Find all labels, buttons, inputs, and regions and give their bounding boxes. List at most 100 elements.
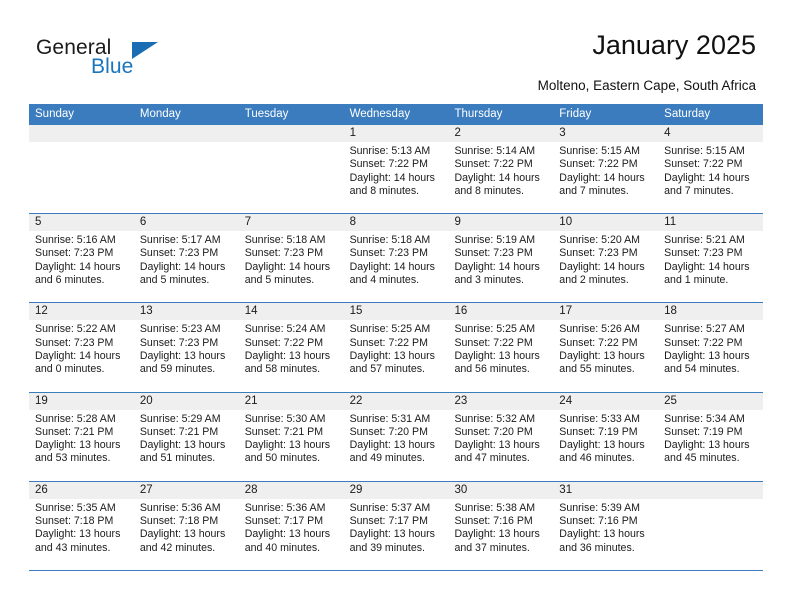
day-daylight-line2-text: and 6 minutes.	[35, 274, 105, 287]
calendar-day-cell[interactable]: 20 Sunrise: 5:29 AM Sunset: 7:21 PM Dayligh…	[133, 392, 239, 481]
day-daylight-line2-text: and 8 minutes.	[349, 184, 420, 197]
day-daylight-line2-text: and 50 minutes.	[244, 452, 321, 465]
calendar-day-cell[interactable]: 14 Sunrise: 5:24 AM Sunset: 7:22 PM Dayligh…	[238, 303, 344, 392]
day-sunrise-text: Sunrise: 5:15 AM	[664, 145, 745, 157]
day-sunset-text: Sunset: 7:23 PM	[35, 336, 114, 349]
day-daylight-line2-text: and 37 minutes.	[454, 541, 530, 554]
calendar-day-info: Sunrise: 5:22 AM Sunset: 7:23 PM Daylight:…	[29, 320, 134, 376]
calendar-day-info: Sunrise: 5:28 AM Sunset: 7:21 PM Daylight:…	[29, 410, 134, 466]
day-daylight-line2-text: and 57 minutes.	[349, 363, 425, 376]
day-sunset-text: Sunset: 7:23 PM	[244, 247, 324, 260]
day-daylight-line2-text: and 7 minutes.	[664, 184, 734, 197]
day-daylight-line1-text: Daylight: 13 hours	[35, 439, 121, 452]
day-daylight-line1-text: Daylight: 13 hours	[349, 439, 435, 452]
day-sunset-text: Sunset: 7:22 PM	[559, 336, 638, 349]
calendar-day-number	[658, 481, 764, 499]
calendar-day-number: 27	[133, 481, 239, 499]
calendar-day-cell[interactable]: 31 Sunrise: 5:39 AM Sunset: 7:16 PM Dayligh…	[553, 481, 659, 570]
calendar-day-cell[interactable]: 11 Sunrise: 5:21 AM Sunset: 7:23 PM Dayligh…	[658, 214, 764, 303]
day-sunset-text: Sunset: 7:21 PM	[139, 425, 219, 438]
day-sunset-text: Sunset: 7:20 PM	[349, 425, 428, 438]
day-daylight-line1-text: Daylight: 14 hours	[244, 260, 331, 273]
calendar-day-cell[interactable]: 16 Sunrise: 5:25 AM Sunset: 7:22 PM Dayligh…	[448, 303, 554, 392]
day-daylight-line1-text: Daylight: 14 hours	[664, 171, 750, 184]
calendar-day-cell[interactable]: 12 Sunrise: 5:22 AM Sunset: 7:23 PM Dayligh…	[29, 303, 134, 392]
calendar-day-info: Sunrise: 5:37 AM Sunset: 7:17 PM Daylight:…	[344, 499, 449, 555]
calendar-day-info: Sunrise: 5:13 AM Sunset: 7:22 PM Daylight:…	[344, 142, 449, 198]
day-daylight-line2-text: and 0 minutes.	[35, 363, 105, 376]
weekday-thursday: Thursday	[454, 108, 503, 120]
day-sunrise-text: Sunrise: 5:25 AM	[454, 323, 536, 336]
day-sunset-text: Sunset: 7:22 PM	[454, 158, 533, 171]
calendar-day-cell[interactable]: 5 Sunrise: 5:16 AM Sunset: 7:23 PM Daylight…	[29, 214, 134, 303]
calendar-day-cell[interactable]: 22 Sunrise: 5:31 AM Sunset: 7:20 PM Dayligh…	[343, 392, 449, 481]
calendar-day-number: 8	[343, 214, 449, 232]
calendar-day-cell[interactable]: 27 Sunrise: 5:36 AM Sunset: 7:18 PM Dayligh…	[133, 481, 239, 570]
weekday-tuesday: Tuesday	[244, 108, 289, 120]
calendar-day-number: 22	[343, 392, 449, 410]
day-sunset-text: Sunset: 7:22 PM	[349, 336, 428, 349]
day-daylight-line2-text: and 51 minutes.	[139, 452, 216, 465]
day-sunrise-text: Sunrise: 5:34 AM	[664, 412, 745, 425]
day-daylight-line1-text: Daylight: 14 hours	[559, 260, 645, 273]
calendar-day-info: Sunrise: 5:14 AM Sunset: 7:22 PM Daylight:…	[448, 142, 553, 198]
calendar-day-number: 14	[238, 303, 344, 321]
calendar-day-cell[interactable]: 6 Sunrise: 5:17 AM Sunset: 7:23 PM Daylight…	[133, 214, 239, 303]
calendar-day-info: Sunrise: 5:24 AM Sunset: 7:22 PM Daylight:…	[239, 320, 344, 376]
calendar-day-info: Sunrise: 5:21 AM Sunset: 7:23 PM Daylight:…	[658, 231, 763, 287]
day-daylight-line2-text: and 40 minutes.	[244, 541, 321, 554]
calendar-day-cell[interactable]: 19 Sunrise: 5:28 AM Sunset: 7:21 PM Dayligh…	[29, 392, 134, 481]
calendar-day-cell[interactable]: 15 Sunrise: 5:25 AM Sunset: 7:22 PM Dayligh…	[343, 303, 449, 392]
calendar-day-info: Sunrise: 5:27 AM Sunset: 7:22 PM Daylight:…	[658, 320, 763, 376]
calendar-day-cell[interactable]: 23 Sunrise: 5:32 AM Sunset: 7:20 PM Dayligh…	[448, 392, 554, 481]
calendar-day-info: Sunrise: 5:15 AM Sunset: 7:22 PM Daylight:…	[658, 142, 763, 198]
calendar-day-cell[interactable]: 10 Sunrise: 5:20 AM Sunset: 7:23 PM Dayligh…	[553, 214, 659, 303]
day-sunrise-text: Sunrise: 5:23 AM	[139, 323, 221, 336]
day-daylight-line2-text: and 58 minutes.	[244, 363, 321, 376]
day-sunrise-text: Sunrise: 5:39 AM	[559, 501, 640, 514]
calendar-day-number: 31	[553, 481, 659, 499]
calendar-day-cell[interactable]: 9 Sunrise: 5:19 AM Sunset: 7:23 PM Daylight…	[448, 214, 554, 303]
day-sunrise-text: Sunrise: 5:18 AM	[349, 234, 431, 247]
day-daylight-line2-text: and 59 minutes.	[139, 363, 216, 376]
day-daylight-line1-text: Daylight: 14 hours	[454, 171, 540, 184]
calendar-day-number: 26	[29, 481, 134, 499]
calendar-day-number: 23	[448, 392, 554, 410]
brand-logo[interactable]: General Blue	[36, 36, 226, 84]
calendar-day-cell[interactable]: 26 Sunrise: 5:35 AM Sunset: 7:18 PM Dayligh…	[29, 481, 134, 570]
calendar-day-cell[interactable]: 17 Sunrise: 5:26 AM Sunset: 7:22 PM Dayligh…	[553, 303, 659, 392]
calendar-day-info: Sunrise: 5:18 AM Sunset: 7:23 PM Daylight:…	[239, 231, 344, 287]
calendar-day-cell[interactable]: 30 Sunrise: 5:38 AM Sunset: 7:16 PM Dayligh…	[448, 481, 554, 570]
calendar-day-cell[interactable]: 7 Sunrise: 5:18 AM Sunset: 7:23 PM Daylight…	[238, 214, 344, 303]
day-sunrise-text: Sunrise: 5:13 AM	[349, 145, 431, 157]
calendar-day-cell[interactable]: 24 Sunrise: 5:33 AM Sunset: 7:19 PM Dayligh…	[553, 392, 659, 481]
calendar-day-cell[interactable]: 29 Sunrise: 5:37 AM Sunset: 7:17 PM Dayligh…	[343, 481, 449, 570]
calendar-day-cell[interactable]: 8 Sunrise: 5:18 AM Sunset: 7:23 PM Daylight…	[343, 214, 449, 303]
day-sunset-text: Sunset: 7:23 PM	[35, 247, 114, 260]
calendar-day-cell[interactable]: 13 Sunrise: 5:23 AM Sunset: 7:23 PM Dayligh…	[133, 303, 239, 392]
calendar-day-cell[interactable]: 2 Sunrise: 5:14 AM Sunset: 7:22 PM Daylight…	[448, 125, 554, 214]
day-daylight-line1-text: Daylight: 13 hours	[244, 439, 331, 452]
day-sunset-text: Sunset: 7:20 PM	[454, 425, 533, 438]
calendar-day-cell[interactable]: 21 Sunrise: 5:30 AM Sunset: 7:21 PM Dayligh…	[238, 392, 344, 481]
day-daylight-line1-text: Daylight: 14 hours	[349, 171, 435, 184]
day-sunrise-text: Sunrise: 5:24 AM	[244, 323, 326, 336]
calendar-day-cell[interactable]: 28 Sunrise: 5:36 AM Sunset: 7:17 PM Dayligh…	[238, 481, 344, 570]
calendar-day-cell[interactable]: 25 Sunrise: 5:34 AM Sunset: 7:19 PM Dayligh…	[658, 392, 764, 481]
calendar-day-number: 15	[343, 303, 449, 321]
day-sunset-text: Sunset: 7:16 PM	[559, 515, 638, 528]
day-sunrise-text: Sunrise: 5:28 AM	[35, 412, 116, 425]
calendar-day-cell[interactable]: 4 Sunrise: 5:15 AM Sunset: 7:22 PM Daylight…	[658, 125, 764, 214]
calendar-day-cell[interactable]: 3 Sunrise: 5:15 AM Sunset: 7:22 PM Daylight…	[553, 125, 659, 214]
day-sunrise-text: Sunrise: 5:19 AM	[454, 234, 536, 247]
calendar-day-cell[interactable]: 1 Sunrise: 5:13 AM Sunset: 7:22 PM Daylight…	[343, 125, 449, 214]
calendar-day-cell-empty	[238, 125, 344, 214]
page-subtitle: Molteno, Eastern Cape, South Africa	[537, 78, 756, 93]
day-sunset-text: Sunset: 7:23 PM	[664, 247, 743, 260]
day-daylight-line1-text: Daylight: 13 hours	[139, 349, 226, 362]
calendar-day-number: 12	[29, 303, 134, 321]
day-sunset-text: Sunset: 7:23 PM	[559, 247, 638, 260]
day-sunrise-text: Sunrise: 5:18 AM	[244, 234, 326, 247]
day-daylight-line2-text: and 5 minutes.	[244, 274, 315, 287]
calendar-day-cell[interactable]: 18 Sunrise: 5:27 AM Sunset: 7:22 PM Dayligh…	[658, 303, 764, 392]
